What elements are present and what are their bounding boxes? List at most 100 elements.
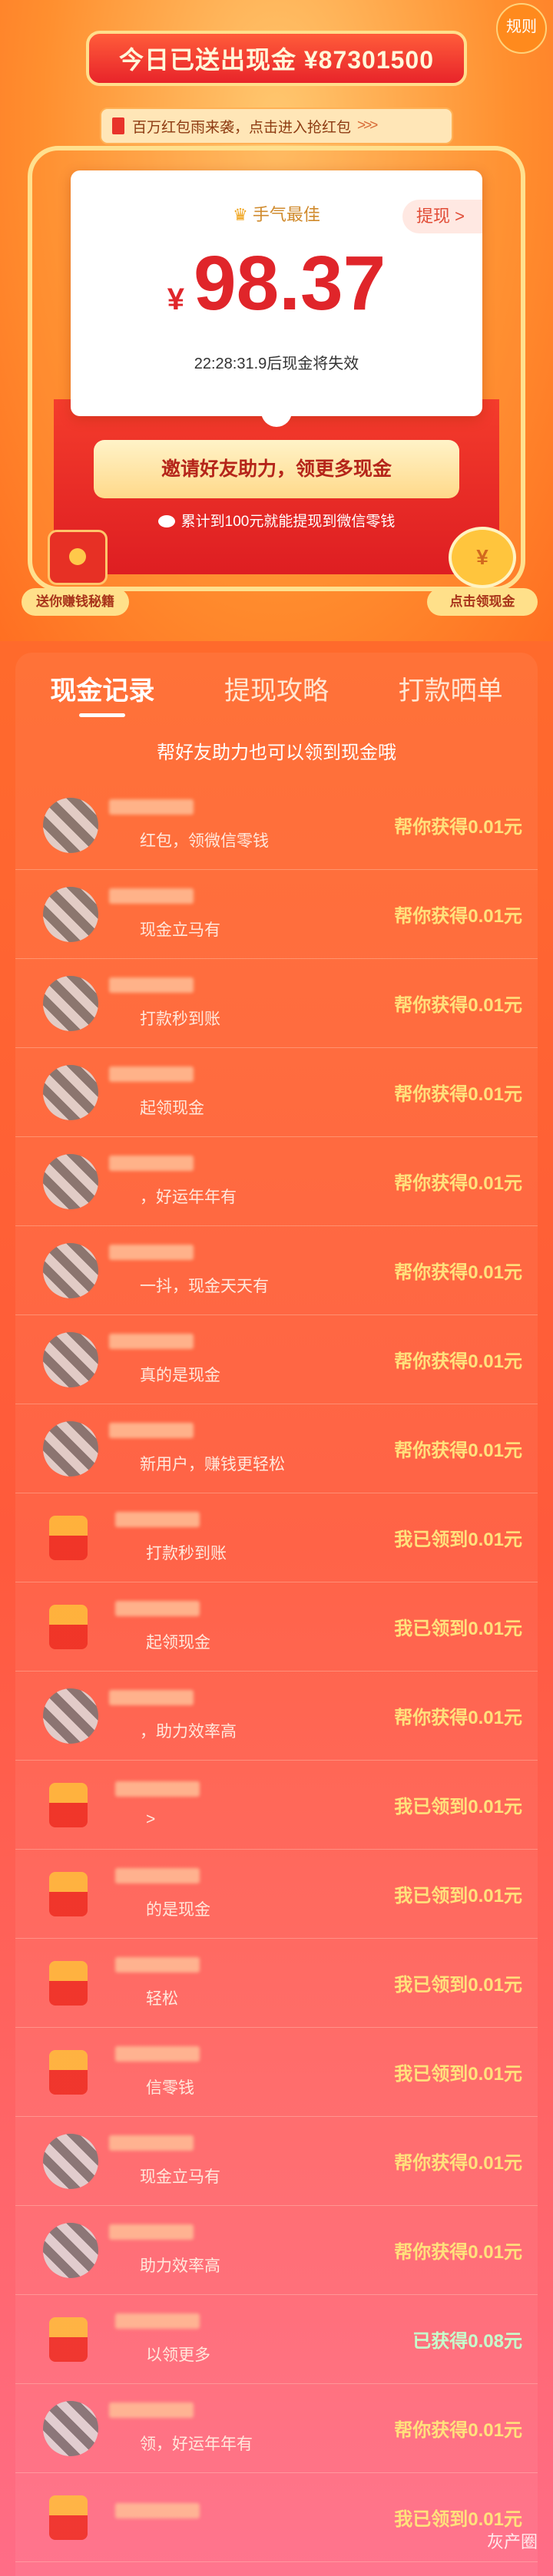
red-envelope-icon bbox=[49, 2049, 88, 2095]
red-envelope-icon bbox=[49, 1871, 88, 1916]
tab-bar: 现金记录 提现攻略 打款晒单 bbox=[15, 653, 538, 729]
avatar bbox=[43, 2222, 98, 2278]
currency-symbol: ¥ bbox=[167, 283, 184, 316]
avatar bbox=[43, 2400, 98, 2456]
list-item: ，好运年年有 帮你获得0.01元 bbox=[15, 1137, 538, 1226]
list-item: 起领现金 我已领到0.01元 bbox=[15, 1582, 538, 1672]
withdraw-button[interactable]: 提现 > bbox=[402, 200, 482, 233]
blurred-username bbox=[115, 1781, 200, 1797]
records-list: 红包，领微信零钱 帮你获得0.01元 现金立马有 帮你获得0.01元 打款秒到账 帮你… bbox=[15, 781, 538, 2562]
blurred-username bbox=[109, 799, 194, 815]
claim-cash-label: 点击领现金 bbox=[427, 588, 538, 616]
blurred-username bbox=[115, 1600, 200, 1616]
claim-cash-widget[interactable]: ¥ 点击领现金 bbox=[427, 522, 538, 616]
red-envelope-icon bbox=[49, 1604, 88, 1649]
blurred-username bbox=[109, 1689, 194, 1705]
record-result: 帮你获得0.01元 bbox=[394, 2420, 522, 2441]
avatar bbox=[43, 886, 98, 942]
tab-cash-records[interactable]: 现金记录 bbox=[15, 653, 190, 729]
blurred-username bbox=[109, 1155, 194, 1171]
money-tips-label: 送你赚钱秘籍 bbox=[22, 588, 129, 616]
avatar bbox=[43, 2133, 98, 2189]
tab-withdraw-guide[interactable]: 提现攻略 bbox=[190, 653, 364, 729]
list-item: 以领更多 已获得0.08元 bbox=[15, 2295, 538, 2384]
record-result: 帮你获得0.01元 bbox=[394, 1351, 522, 1372]
list-item: ，助力效率高 帮你获得0.01元 bbox=[15, 1672, 538, 1761]
list-item: 我已领到0.01元 bbox=[15, 2473, 538, 2562]
record-result: 我已领到0.01元 bbox=[394, 1797, 522, 1817]
red-envelope-icon bbox=[49, 1782, 88, 1827]
avatar bbox=[43, 1242, 98, 1298]
list-item: 领，好运年年有 帮你获得0.01元 bbox=[15, 2384, 538, 2473]
record-result: 我已领到0.01元 bbox=[394, 1886, 522, 1906]
notice-text: 百万红包雨来袭，点击进入抢红包 bbox=[132, 119, 352, 136]
list-item: 的是现金 我已领到0.01元 bbox=[15, 1850, 538, 1939]
list-item: 轻松 我已领到0.01元 bbox=[15, 1939, 538, 2028]
avatar bbox=[43, 1153, 98, 1209]
record-result: 帮你获得0.01元 bbox=[394, 1708, 522, 1728]
blurred-username bbox=[109, 2224, 194, 2240]
cash-sent-banner: 今日已送出现金 ¥87301500 bbox=[86, 31, 467, 86]
blurred-username bbox=[109, 888, 194, 904]
record-result: 帮你获得0.01元 bbox=[394, 1084, 522, 1105]
blurred-username bbox=[109, 977, 194, 993]
chevrons-icon: >>> bbox=[357, 117, 378, 134]
hint-text: 累计到100元就能提现到微信零钱 bbox=[180, 514, 396, 530]
blurred-username bbox=[109, 1333, 194, 1349]
record-result: 我已领到0.01元 bbox=[394, 1619, 522, 1639]
blurred-username bbox=[109, 1422, 194, 1438]
list-item: 新用户，赚钱更轻松 帮你获得0.01元 bbox=[15, 1404, 538, 1493]
red-envelope-icon bbox=[49, 1515, 88, 1560]
invite-friends-button[interactable]: 邀请好友助力，领更多现金 bbox=[94, 440, 459, 498]
blurred-username bbox=[109, 2135, 194, 2151]
blurred-username bbox=[115, 2502, 200, 2518]
blurred-username bbox=[115, 1511, 200, 1527]
avatar bbox=[43, 1688, 98, 1744]
list-item: 信零钱 我已领到0.01元 bbox=[15, 2028, 538, 2117]
record-result: 帮你获得0.01元 bbox=[394, 995, 522, 1016]
money-tips-widget[interactable]: 送你赚钱秘籍 bbox=[22, 530, 129, 616]
blurred-username bbox=[109, 2402, 194, 2418]
avatar bbox=[43, 1331, 98, 1387]
record-result: 帮你获得0.01元 bbox=[394, 817, 522, 838]
watermark-text: 灰产圈 bbox=[486, 2532, 538, 2551]
expire-countdown: 22:28:31.9后现金将失效 bbox=[194, 355, 359, 372]
avatar bbox=[43, 975, 98, 1031]
blurred-username bbox=[109, 1244, 194, 1260]
red-packet-rain-notice[interactable]: 百万红包雨来袭，点击进入抢红包 >>> bbox=[100, 107, 453, 144]
cash-amount: ¥98.37 bbox=[71, 240, 482, 328]
avatar bbox=[43, 797, 98, 853]
list-item: 一抖，现金天天有 帮你获得0.01元 bbox=[15, 1226, 538, 1315]
avatar bbox=[43, 1420, 98, 1476]
blurred-username bbox=[115, 2045, 200, 2062]
record-result: 帮你获得0.01元 bbox=[394, 2153, 522, 2174]
record-result: 我已领到0.01元 bbox=[394, 1529, 522, 1550]
list-item: 现金立马有 帮你获得0.01元 bbox=[15, 870, 538, 959]
record-result: 已获得0.08元 bbox=[412, 2331, 522, 2352]
list-item: 打款秒到账 帮你获得0.01元 bbox=[15, 959, 538, 1048]
blurred-username bbox=[115, 1956, 200, 1973]
record-result: 帮你获得0.01元 bbox=[394, 1173, 522, 1194]
list-item: 红包，领微信零钱 帮你获得0.01元 bbox=[15, 781, 538, 870]
list-item: 现金立马有 帮你获得0.01元 bbox=[15, 2117, 538, 2206]
coin-icon bbox=[69, 548, 86, 565]
red-envelope-icon bbox=[112, 117, 124, 134]
list-item: 真的是现金 帮你获得0.01元 bbox=[15, 1315, 538, 1404]
amount-value: 98.37 bbox=[194, 240, 386, 326]
tab-payout-showcase[interactable]: 打款晒单 bbox=[363, 653, 538, 729]
rules-button[interactable]: 规则 bbox=[496, 3, 547, 54]
records-subtitle: 帮好友助力也可以领到现金哦 bbox=[157, 742, 396, 763]
record-result: 我已领到0.01元 bbox=[394, 2509, 522, 2530]
red-envelope-icon bbox=[49, 1960, 88, 2006]
avatar bbox=[43, 1064, 98, 1120]
record-result: 帮你获得0.01元 bbox=[394, 1262, 522, 1283]
crown-icon: ♛ bbox=[233, 205, 248, 224]
record-result: 我已领到0.01元 bbox=[394, 1975, 522, 1996]
blurred-username bbox=[109, 1066, 194, 1082]
alarm-clock-icon: ¥ bbox=[449, 527, 516, 588]
list-item: > 我已领到0.01元 bbox=[15, 1761, 538, 1850]
red-envelope-icon bbox=[49, 2495, 88, 2540]
blurred-username bbox=[115, 1867, 200, 1883]
best-luck-text: 手气最佳 bbox=[252, 205, 320, 224]
list-item: 助力效率高 帮你获得0.01元 bbox=[15, 2206, 538, 2295]
